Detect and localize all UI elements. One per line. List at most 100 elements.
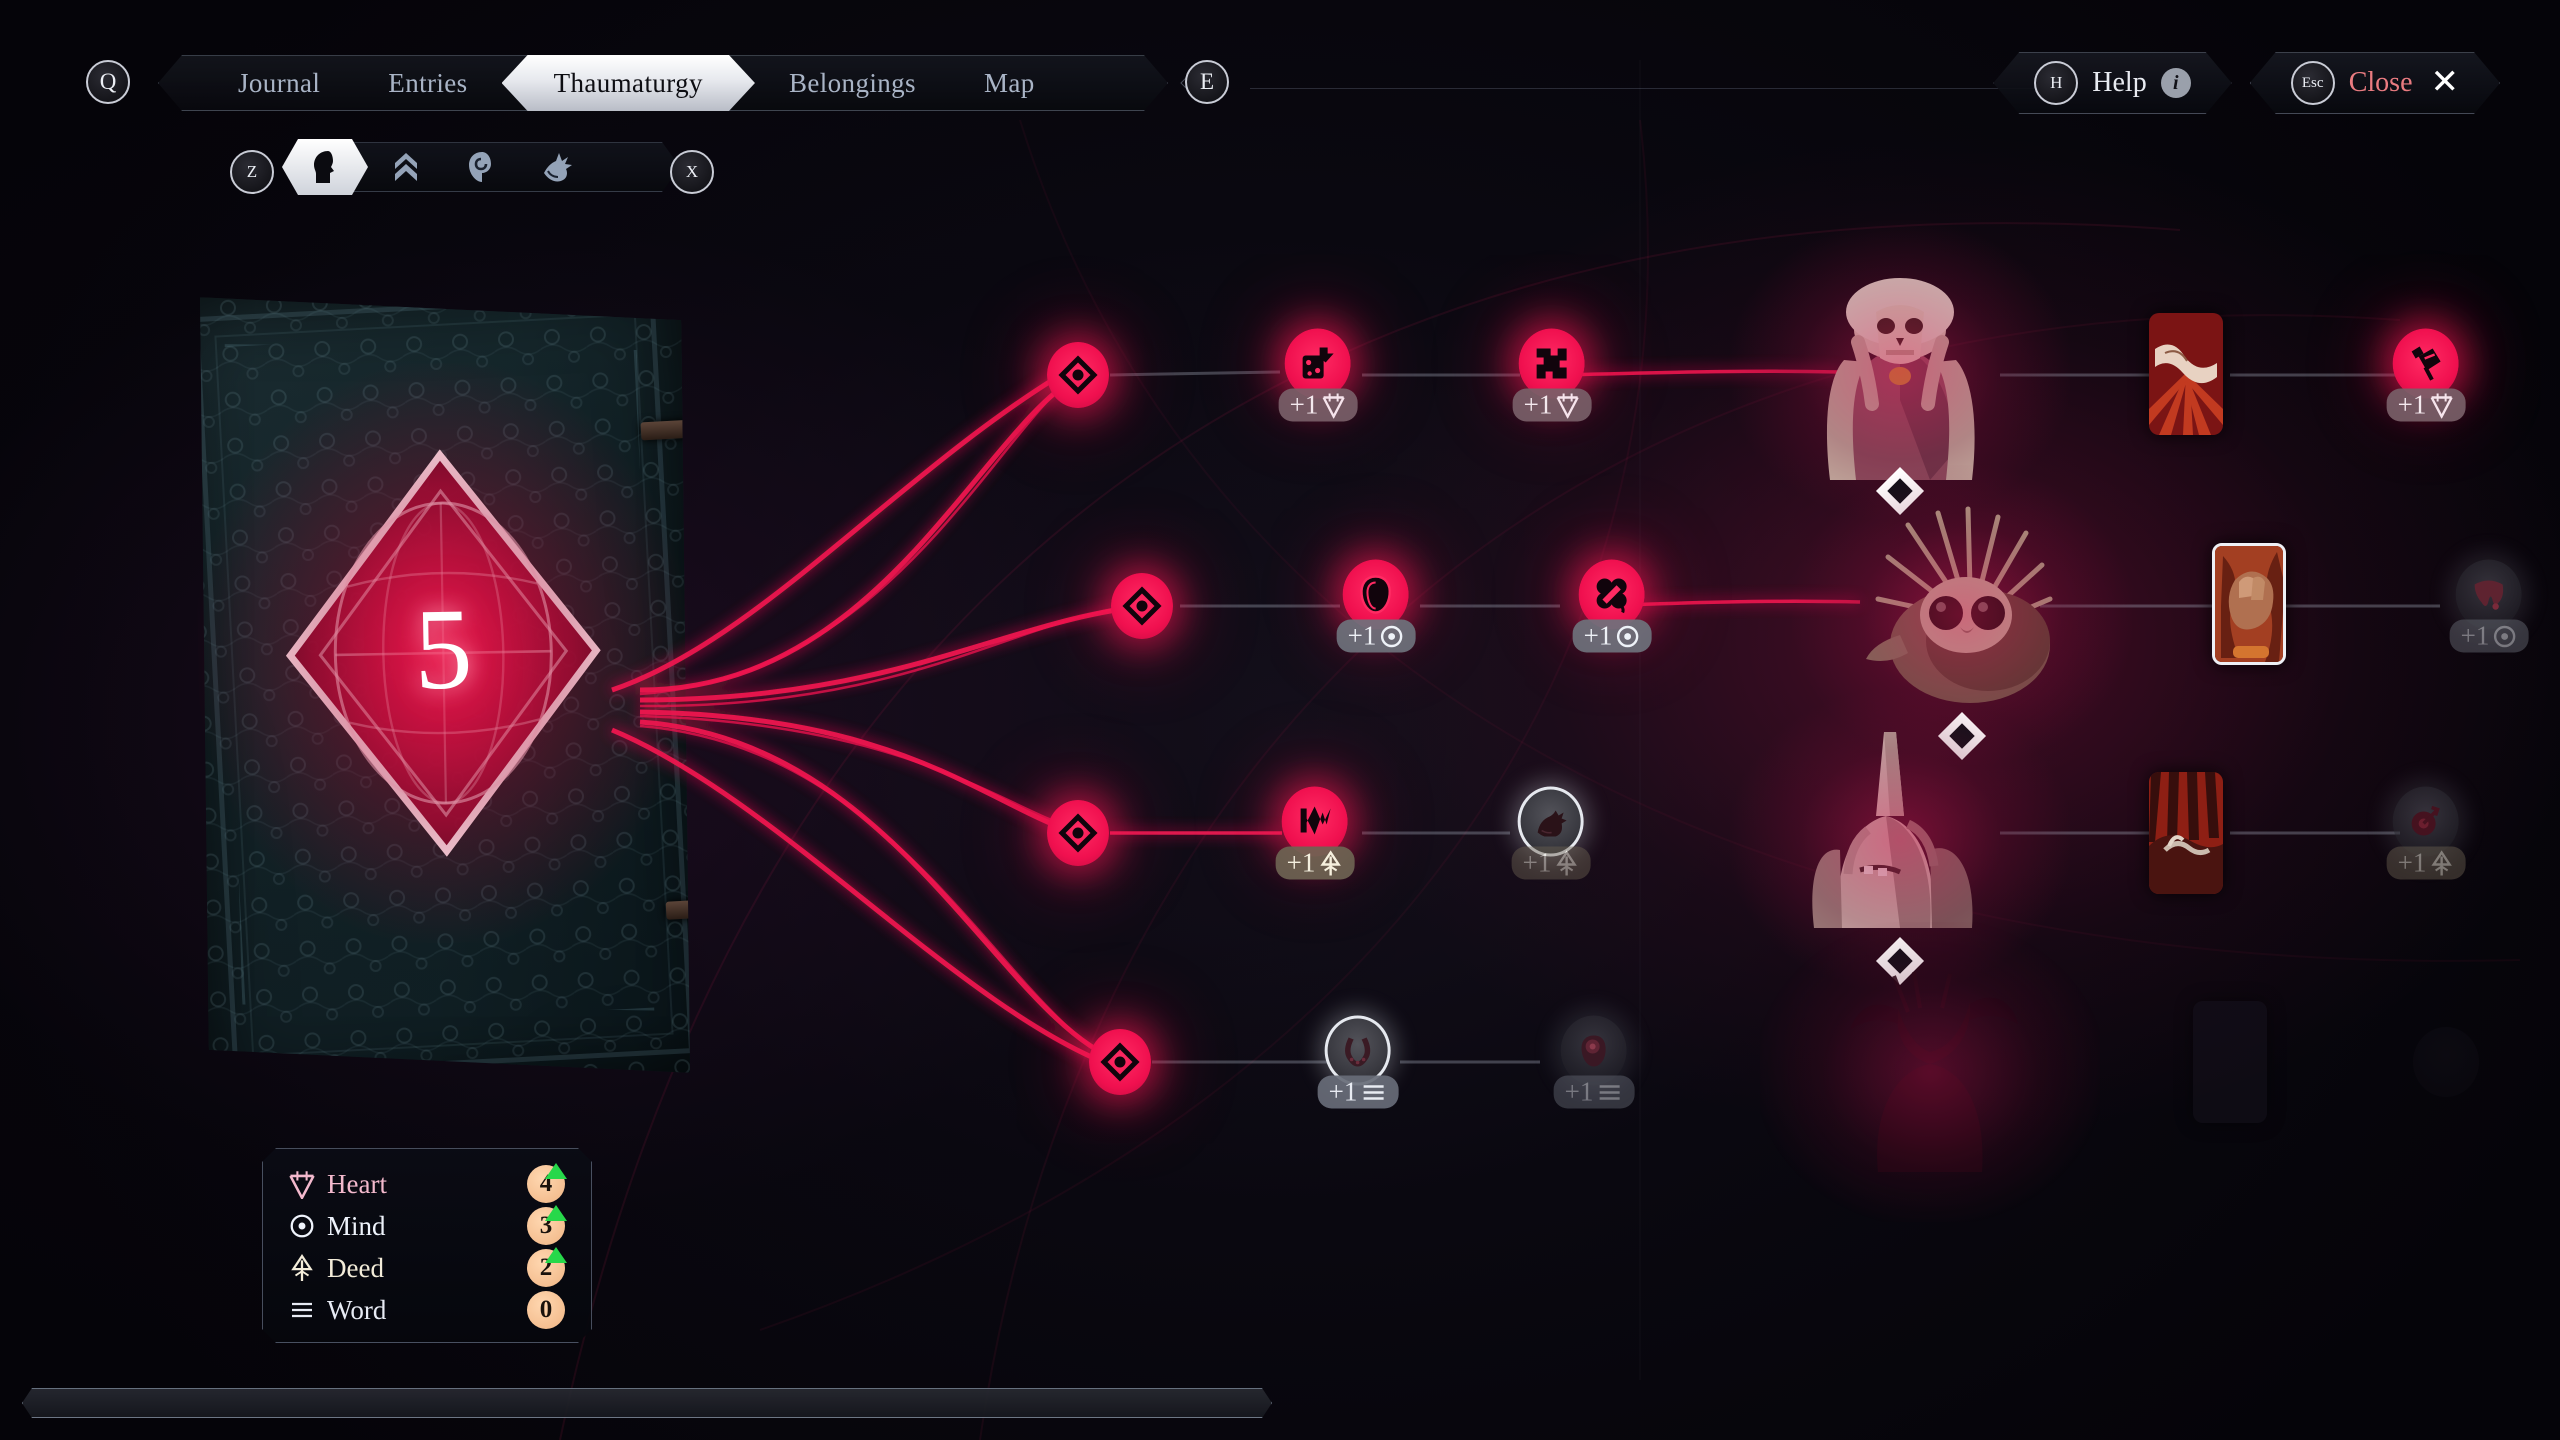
skill-node-head-eye[interactable]: +1 <box>1553 1015 1635 1109</box>
node-circle <box>1047 800 1109 866</box>
skill-node-clover[interactable]: +1 <box>1572 559 1652 653</box>
node-bonus-badge: +1 <box>1275 846 1355 880</box>
node-bonus-badge: +1 <box>1572 619 1652 653</box>
clasped-hands-card <box>2149 313 2223 435</box>
target-dart-icon <box>2411 805 2441 836</box>
stat-value: 2 <box>527 1249 565 1287</box>
node-bonus-badge: +1 <box>2386 846 2466 880</box>
subtab-beast-claw[interactable] <box>520 142 596 192</box>
card-burning-fist[interactable] <box>2212 543 2286 665</box>
subtab-spiral-eye[interactable] <box>444 142 520 192</box>
stat-label: Word <box>327 1294 387 1325</box>
scrollbar-thumb[interactable] <box>22 1388 1272 1418</box>
horseshoe-icon <box>1345 1037 1371 1067</box>
tab-journal[interactable]: Journal <box>204 55 354 111</box>
key-badge-h: H <box>2034 61 2078 105</box>
mind-rune-icon <box>1616 625 1639 647</box>
mind-rune-icon <box>2493 625 2516 647</box>
bonus-amount: +1 <box>2397 847 2427 878</box>
double-chevron-icon <box>395 153 417 181</box>
head-silhouette-icon <box>308 149 342 185</box>
dice-icon <box>1302 347 1334 379</box>
beast-claw-icon <box>544 153 572 182</box>
tab-belongings[interactable]: Belongings <box>755 55 950 111</box>
hub-node-heart[interactable] <box>1047 342 1109 408</box>
spiral-eye-icon <box>469 152 491 182</box>
attributes-panel: Heart 4 Mind 3 Deed 2 Word 0 <box>262 1148 592 1343</box>
card-sunburst-hand[interactable] <box>2149 772 2223 894</box>
key-badge-q: Q <box>86 60 130 104</box>
stat-row-mind: Mind 3 <box>285 1205 569 1247</box>
topbar-rule <box>1250 88 2060 89</box>
bonus-amount: +1 <box>1328 1076 1358 1107</box>
tab-entries[interactable]: Entries <box>354 55 501 111</box>
bonus-amount: +1 <box>1289 389 1319 420</box>
deed-rune-icon <box>285 1253 319 1283</box>
skill-node-hidden[interactable] <box>2413 1027 2479 1097</box>
node-circle <box>1089 1029 1151 1095</box>
skill-node-rune-arrow[interactable]: +1 <box>1275 786 1355 880</box>
portrait-skeleton-noble[interactable] <box>1730 220 2070 520</box>
subtab-next-key[interactable]: X <box>670 150 714 194</box>
word-rune-icon <box>1363 1084 1384 1100</box>
thaumaturgy-book[interactable]: 5 <box>169 272 720 1098</box>
horse-icon <box>1537 810 1567 837</box>
mind-rune-icon <box>1380 625 1403 647</box>
skill-node-puzzle[interactable]: +1 <box>1512 328 1592 422</box>
stat-row-heart: Heart 4 <box>285 1163 569 1205</box>
tab-map[interactable]: Map <box>950 55 1069 111</box>
deed-rune-icon <box>1556 850 1577 875</box>
skill-node-syringe[interactable]: +1 <box>2386 328 2466 422</box>
subtab-prev-key[interactable]: Z <box>230 150 274 194</box>
bonus-amount: +1 <box>1522 847 1552 878</box>
bonus-amount: +1 <box>2460 620 2490 651</box>
head-eye-icon <box>1581 1035 1606 1067</box>
bonus-amount: +1 <box>1564 1076 1594 1107</box>
heart-rune-icon <box>2430 393 2453 418</box>
stat-value: 3 <box>527 1207 565 1245</box>
hub-node-deed[interactable] <box>1047 800 1109 866</box>
tab-thaumaturgy[interactable]: Thaumaturgy <box>502 55 755 111</box>
head-outline-icon <box>1360 575 1392 614</box>
rune-arrow-icon <box>1300 806 1331 835</box>
hub-node-word[interactable] <box>1089 1029 1151 1095</box>
skill-node-horseshoe[interactable]: +1 <box>1317 1015 1399 1109</box>
word-rune-icon <box>285 1299 319 1321</box>
node-bonus-badge: +1 <box>2449 619 2529 653</box>
stat-increase-arrow-icon <box>545 1247 567 1263</box>
card-hidden[interactable] <box>2193 1001 2267 1123</box>
hub-node-mind[interactable] <box>1111 573 1173 639</box>
sunburst-hand-card <box>2149 772 2223 894</box>
syringe-icon <box>2411 346 2441 381</box>
puzzle-piece-icon <box>1536 348 1567 379</box>
prev-page-key[interactable]: Q <box>86 60 130 104</box>
stat-value: 4 <box>527 1165 565 1203</box>
close-button[interactable]: Esc Close ✕ <box>2250 52 2500 114</box>
node-bonus-badge: +1 <box>1511 846 1591 880</box>
stat-value: 0 <box>527 1291 565 1329</box>
node-circle <box>2413 1027 2479 1097</box>
next-page-key[interactable]: E <box>1185 60 1229 104</box>
diamond-eye-icon <box>1058 813 1098 853</box>
node-bonus-badge: +1 <box>2386 388 2466 422</box>
book-sigil[interactable]: 5 <box>193 358 694 948</box>
skill-node-dice[interactable]: +1 <box>1278 328 1358 422</box>
skill-node-horse[interactable]: +1 <box>1511 786 1591 880</box>
heart-rune-icon <box>1322 393 1345 418</box>
skill-node-tooth[interactable]: +1 <box>2449 559 2529 653</box>
portrait-horned-silhouette[interactable] <box>1760 922 2100 1222</box>
horizontal-scrollbar[interactable] <box>22 1388 2522 1418</box>
diamond-eye-icon <box>1058 355 1098 395</box>
skill-node-target-dart[interactable]: +1 <box>2386 786 2466 880</box>
info-icon: i <box>2161 68 2191 98</box>
stat-increase-arrow-icon <box>545 1205 567 1221</box>
skill-node-head-outline[interactable]: +1 <box>1336 559 1416 653</box>
subtab-chevrons[interactable] <box>368 142 444 192</box>
sigil-value: 5 <box>413 585 474 715</box>
subtab-head[interactable] <box>282 139 368 195</box>
node-bonus-badge: +1 <box>1553 1075 1635 1109</box>
node-bonus-badge: +1 <box>1317 1075 1399 1109</box>
bonus-amount: +1 <box>2397 389 2427 420</box>
help-button[interactable]: H Help i <box>1993 52 2231 114</box>
card-clasped-hands[interactable] <box>2149 313 2223 435</box>
